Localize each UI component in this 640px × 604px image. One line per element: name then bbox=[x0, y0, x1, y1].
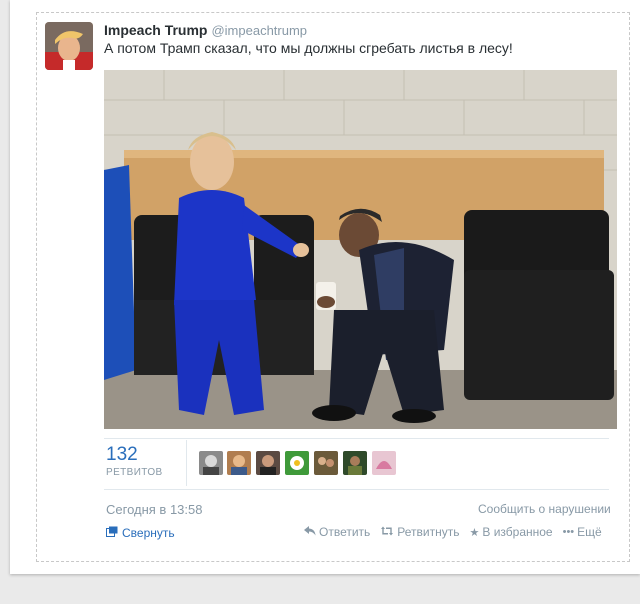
tweet-timestamp[interactable]: Сегодня в 13:58 bbox=[106, 502, 202, 517]
favorite-button[interactable]: ★ В избранное bbox=[470, 525, 553, 539]
retweeter-avatar[interactable] bbox=[227, 451, 251, 475]
retweeter-avatar[interactable] bbox=[199, 451, 223, 475]
more-icon: ••• bbox=[562, 526, 575, 538]
retweeter-avatar[interactable] bbox=[314, 451, 338, 475]
collapse-button[interactable]: Свернуть bbox=[106, 526, 175, 540]
retweeter-avatar[interactable] bbox=[343, 451, 367, 475]
collapse-label: Свернуть bbox=[122, 526, 175, 540]
tweet-header: Impeach Trump @impeachtrump bbox=[104, 22, 307, 38]
separator-bottom bbox=[104, 489, 609, 490]
collapse-icon bbox=[106, 526, 118, 540]
retweet-count[interactable]: 132 bbox=[106, 444, 138, 466]
reply-button[interactable]: Ответить bbox=[304, 525, 370, 539]
more-button[interactable]: ••• Ещё bbox=[563, 525, 602, 539]
tweet-photo[interactable] bbox=[104, 70, 617, 429]
retweeter-avatar[interactable] bbox=[372, 451, 396, 475]
retweet-label: РЕТВИТОВ bbox=[106, 467, 163, 478]
tweet-actions: Ответить Ретвитнуть ★ В избранное ••• Ещ… bbox=[304, 525, 602, 539]
avatar[interactable] bbox=[45, 22, 93, 70]
user-name[interactable]: Impeach Trump bbox=[104, 22, 207, 38]
tweet-text: А потом Трамп сказал, что мы должны сгре… bbox=[104, 40, 513, 56]
retweet-icon bbox=[380, 526, 394, 539]
reply-label: Ответить bbox=[319, 525, 371, 539]
stats-divider bbox=[186, 440, 187, 486]
more-label: Ещё bbox=[577, 525, 602, 539]
star-icon: ★ bbox=[469, 526, 480, 539]
retweeter-avatar[interactable] bbox=[256, 451, 280, 475]
retweeter-avatar[interactable] bbox=[285, 451, 309, 475]
reply-icon bbox=[304, 525, 316, 539]
retweet-label: Ретвитнуть bbox=[397, 525, 460, 539]
report-link[interactable]: Сообщить о нарушении bbox=[478, 502, 611, 516]
favorite-label: В избранное bbox=[482, 525, 553, 539]
retweet-button[interactable]: Ретвитнуть bbox=[380, 525, 460, 539]
user-handle[interactable]: @impeachtrump bbox=[211, 23, 307, 38]
separator-top bbox=[104, 438, 609, 439]
